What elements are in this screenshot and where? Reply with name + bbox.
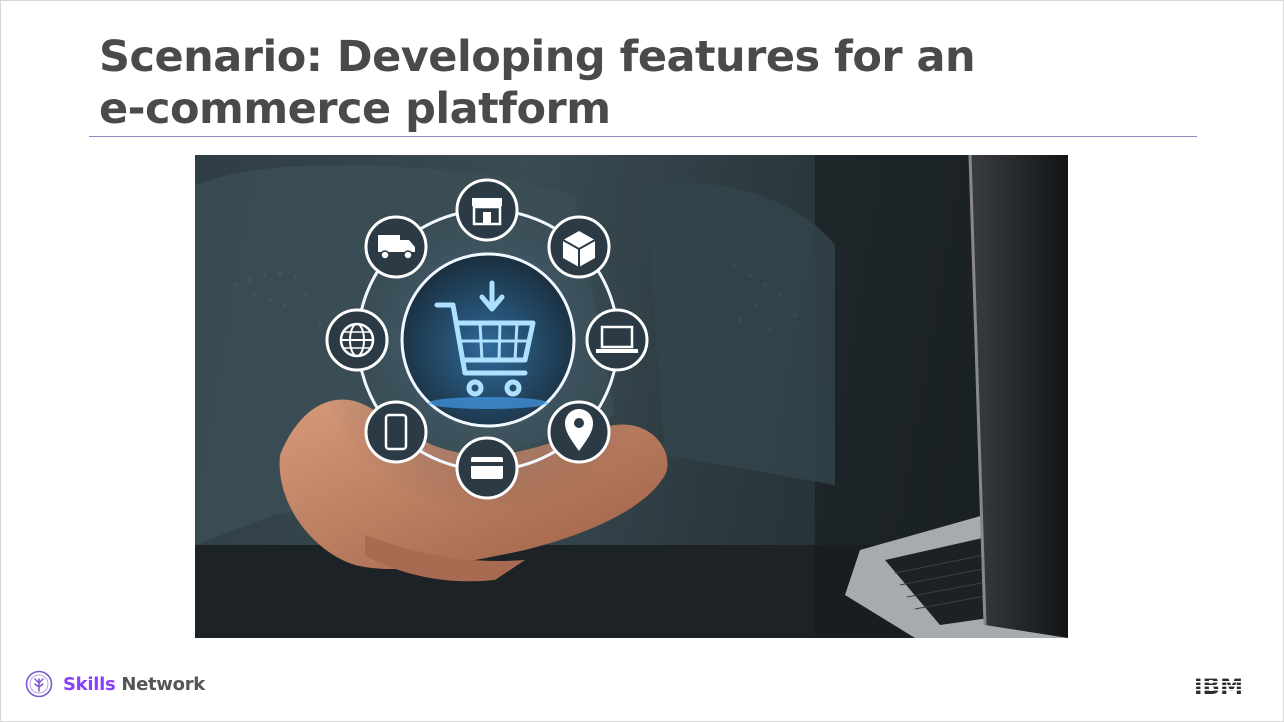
skills-network-badge-icon bbox=[25, 670, 53, 698]
location-pin-icon bbox=[547, 400, 611, 464]
brand-skills: Skills bbox=[63, 673, 116, 695]
ibm-logo: IBM bbox=[1194, 674, 1260, 698]
slide: Scenario: Developing features for an e-c… bbox=[0, 0, 1284, 722]
package-icon bbox=[547, 215, 611, 279]
brand-network: Network bbox=[115, 673, 205, 695]
skills-network-wordmark: Skills Network bbox=[63, 674, 205, 695]
slide-title: Scenario: Developing features for an e-c… bbox=[99, 31, 1099, 135]
title-underline bbox=[89, 136, 1197, 137]
hero-illustration bbox=[195, 155, 1068, 638]
store-icon bbox=[455, 178, 519, 242]
hero-image bbox=[195, 155, 1068, 638]
laptop-lid bbox=[970, 155, 1068, 638]
smartphone-icon bbox=[364, 400, 428, 464]
slide-title-line-2: e-commerce platform bbox=[99, 84, 611, 134]
credit-card-icon bbox=[455, 436, 519, 500]
slide-title-line-1: Scenario: Developing features for an bbox=[99, 32, 976, 82]
delivery-truck-icon bbox=[364, 215, 428, 279]
globe-icon bbox=[325, 308, 389, 372]
skills-network-logo: Skills Network bbox=[25, 670, 205, 698]
laptop-icon bbox=[585, 308, 649, 372]
